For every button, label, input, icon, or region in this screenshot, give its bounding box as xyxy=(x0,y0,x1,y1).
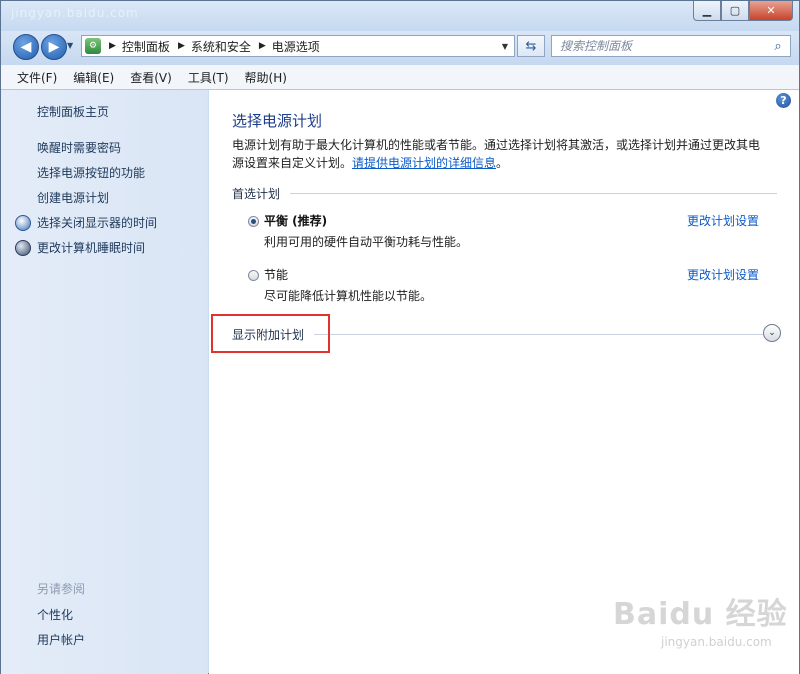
menu-help[interactable]: 帮助(H) xyxy=(237,69,295,86)
description-line-2: 源设置来自定义计划。 xyxy=(232,156,353,170)
plan-balanced-change-settings-link[interactable]: 更改计划设置 xyxy=(687,212,759,229)
section-divider xyxy=(314,333,772,335)
back-button[interactable]: ◀ xyxy=(13,34,39,60)
sleep-moon-icon xyxy=(15,240,31,256)
navigation-bar: ◀ ▶ ▼ ⚙ ▶ 控制面板 ▶ 系统和安全 ▶ 电源选项 ▼ ⇆ ⌕ xyxy=(1,31,799,65)
window-title: jingyan.baidu.com xyxy=(11,6,139,20)
menu-tools[interactable]: 工具(T) xyxy=(180,69,237,86)
section-divider xyxy=(290,192,777,194)
breadcrumb-arrow-icon[interactable]: ▶ xyxy=(259,41,266,51)
sidebar-item-wake-password[interactable]: 唤醒时需要密码 xyxy=(37,139,121,156)
page-title: 选择电源计划 xyxy=(232,112,323,130)
sidebar-item-personalization[interactable]: 个性化 xyxy=(37,606,73,623)
expand-additional-plans-button[interactable]: ⌄ xyxy=(763,324,781,342)
maximize-button[interactable]: ▢ xyxy=(721,1,749,21)
description-period: 。 xyxy=(496,156,509,170)
address-bar[interactable]: ⚙ ▶ 控制面板 ▶ 系统和安全 ▶ 电源选项 ▼ xyxy=(81,35,515,57)
help-icon[interactable]: ? xyxy=(776,93,791,108)
plan-balanced-radio[interactable] xyxy=(248,216,259,227)
see-also-heading: 另请参阅 xyxy=(37,582,86,596)
close-button[interactable]: ✕ xyxy=(749,1,793,21)
forward-button[interactable]: ▶ xyxy=(41,34,67,60)
breadcrumb-arrow-icon[interactable]: ▶ xyxy=(109,41,116,51)
highlight-annotation-box xyxy=(211,314,330,353)
task-pane: 控制面板主页 唤醒时需要密码 选择电源按钮的功能 创建电源计划 选择关闭显示器的… xyxy=(1,90,208,674)
monitor-clock-icon xyxy=(15,215,31,231)
menu-edit[interactable]: 编辑(E) xyxy=(65,69,122,86)
sidebar-item-power-buttons[interactable]: 选择电源按钮的功能 xyxy=(37,164,145,181)
control-panel-icon: ⚙ xyxy=(85,38,101,54)
minimize-button[interactable]: ▁ xyxy=(693,1,721,21)
watermark-url: jingyan.baidu.com xyxy=(661,635,772,649)
search-box[interactable]: ⌕ xyxy=(551,35,791,57)
refresh-button[interactable]: ⇆ xyxy=(517,35,545,57)
menu-file[interactable]: 文件(F) xyxy=(1,69,65,86)
watermark-logo: Baidu 经验 xyxy=(613,597,788,632)
control-panel-window: jingyan.baidu.com ▁ ▢ ✕ ◀ ▶ ▼ ⚙ ▶ 控制面板 ▶… xyxy=(0,0,800,674)
search-icon[interactable]: ⌕ xyxy=(770,39,786,54)
menu-bar: 文件(F) 编辑(E) 查看(V) 工具(T) 帮助(H) xyxy=(1,65,799,90)
preferred-plans-heading: 首选计划 xyxy=(232,186,281,201)
sidebar-item-sleep-time[interactable]: 更改计算机睡眠时间 xyxy=(37,239,145,256)
breadcrumb-arrow-icon[interactable]: ▶ xyxy=(178,41,185,51)
caption-buttons: ▁ ▢ ✕ xyxy=(693,1,793,21)
chevron-down-icon: ⌄ xyxy=(768,328,776,338)
recent-pages-dropdown-icon[interactable]: ▼ xyxy=(67,41,73,50)
plan-details-link[interactable]: 请提供电源计划的详细信息 xyxy=(352,156,496,170)
page-description: 电源计划有助于最大化计算机的性能或者节能。通过选择计划将其激活，或选择计划并通过… xyxy=(232,136,782,172)
preferred-plans-header: 首选计划 xyxy=(232,185,777,201)
description-line-1: 电源计划有助于最大化计算机的性能或者节能。通过选择计划将其激活，或选择计划并通过… xyxy=(232,138,761,152)
breadcrumb-control-panel[interactable]: 控制面板 xyxy=(122,38,170,55)
sidebar-item-create-plan[interactable]: 创建电源计划 xyxy=(37,189,109,206)
breadcrumb-power-options[interactable]: 电源选项 xyxy=(272,38,320,55)
content-pane: ? 选择电源计划 电源计划有助于最大化计算机的性能或者节能。通过选择计划将其激活… xyxy=(209,90,799,674)
plan-balanced-description: 利用可用的硬件自动平衡功耗与性能。 xyxy=(264,235,469,249)
address-dropdown-icon[interactable]: ▼ xyxy=(502,42,508,51)
menu-view[interactable]: 查看(V) xyxy=(122,69,180,86)
plan-power-saver-change-settings-link[interactable]: 更改计划设置 xyxy=(687,266,759,283)
breadcrumb-system-security[interactable]: 系统和安全 xyxy=(191,38,251,55)
search-input[interactable] xyxy=(552,38,770,54)
sidebar-item-display-off[interactable]: 选择关闭显示器的时间 xyxy=(37,214,157,231)
plan-balanced-name[interactable]: 平衡 (推荐) xyxy=(264,212,327,229)
plan-power-saver-radio[interactable] xyxy=(248,270,259,281)
sidebar-item-user-accounts[interactable]: 用户帐户 xyxy=(37,631,85,648)
refresh-icon: ⇆ xyxy=(525,38,537,54)
plan-power-saver-name[interactable]: 节能 xyxy=(264,266,288,283)
control-panel-home-link[interactable]: 控制面板主页 xyxy=(37,103,109,120)
plan-power-saver-description: 尽可能降低计算机性能以节能。 xyxy=(264,289,433,303)
title-bar: jingyan.baidu.com ▁ ▢ ✕ xyxy=(1,1,799,31)
